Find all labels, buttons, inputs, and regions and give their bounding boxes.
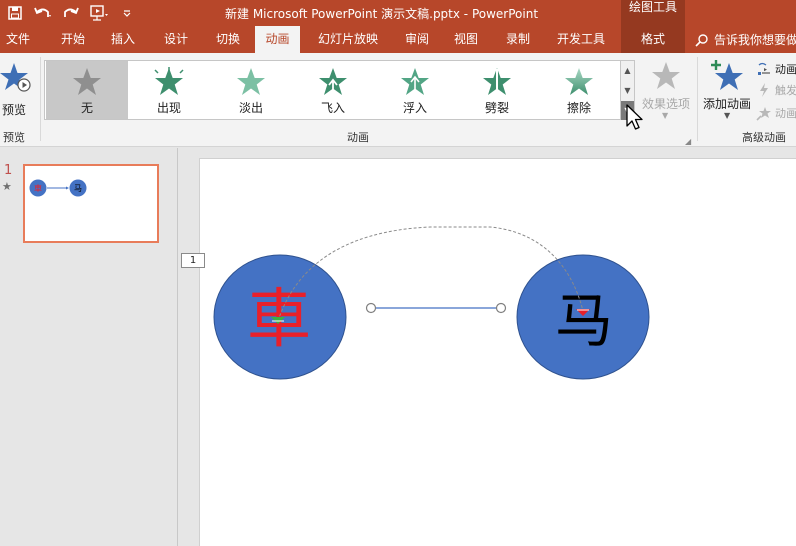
slide-canvas[interactable]: 車 马 [199, 158, 796, 546]
group-divider [40, 57, 41, 141]
gallery-item-fade[interactable]: 淡出 [210, 61, 292, 119]
slide-editing-area: 車 马 [179, 148, 796, 546]
animation-pane-button[interactable]: 动画 [756, 59, 796, 79]
gallery-item-none[interactable]: 无 [46, 61, 128, 119]
slide-content: 車 马 [213, 226, 650, 380]
tab-animations[interactable]: 动画 [255, 26, 300, 53]
tab-record[interactable]: 录制 [498, 26, 538, 53]
undo-icon [34, 7, 51, 17]
ribbon-tab-bar: 文件 开始 插入 设计 切换 动画 幻灯片放映 审阅 视图 录制 开发工具 格式… [0, 26, 796, 53]
animation-pane-icon [758, 62, 770, 75]
dialog-launcher-icon[interactable]: ◢ [685, 137, 691, 146]
slide-thumbnail[interactable]: 車 马 [23, 164, 159, 243]
title-bar: 新建 Microsoft PowerPoint 演示文稿.pptx - Powe… [0, 0, 796, 26]
gallery-item-wipe[interactable]: 擦除 [538, 61, 620, 119]
gallery-scroll-down[interactable]: ▼ [621, 81, 634, 100]
star-none-icon [73, 68, 101, 95]
chevron-down-icon [123, 10, 131, 17]
gallery-item-label: 浮入 [402, 101, 427, 115]
drawing-tools-context-label: 绘图工具 [621, 0, 685, 26]
gallery-item-label: 无 [80, 101, 93, 115]
star-split-icon [483, 68, 511, 95]
slide-number: 1 [4, 163, 13, 178]
ribbon-animations: 预览 预览 无 出现 淡出 飞入 浮入 劈裂 擦除 ▲ ▼ 效果选项 ▼ 动画 … [0, 53, 796, 147]
star-float-in-icon [401, 68, 429, 95]
animation-group-label: 动画 [347, 131, 369, 144]
gallery-item-label: 淡出 [238, 101, 263, 115]
tab-developer[interactable]: 开发工具 [550, 26, 612, 53]
add-animation-button[interactable]: 添加动画 ▼ [700, 59, 754, 121]
gallery-item-split[interactable]: 劈裂 [456, 61, 538, 119]
animation-painter-button[interactable]: 动画 [756, 103, 796, 123]
tell-me-box[interactable]: 告诉我你想要做 [695, 26, 796, 53]
star-appear-icon [154, 67, 184, 95]
animation-gallery: 无 出现 淡出 飞入 浮入 劈裂 擦除 [44, 60, 621, 120]
effect-options-label: 效果选项 [641, 97, 690, 111]
star-fade-icon [237, 68, 265, 95]
tab-insert[interactable]: 插入 [103, 26, 143, 53]
trigger-label: 触发 [775, 84, 796, 97]
connector-end-handle[interactable] [495, 302, 507, 314]
gallery-item-label: 劈裂 [484, 101, 509, 115]
preview-group-label: 预览 [3, 131, 25, 144]
trigger-icon [760, 83, 768, 97]
window-title: 新建 Microsoft PowerPoint 演示文稿.pptx - Powe… [225, 7, 539, 21]
animation-painter-icon [756, 107, 771, 121]
chevron-down-icon: ▼ [724, 111, 731, 120]
tab-format[interactable]: 格式 [621, 26, 685, 53]
effect-options-button[interactable]: 效果选项 ▼ [638, 59, 694, 121]
tab-view[interactable]: 视图 [446, 26, 486, 53]
save-button[interactable] [4, 2, 26, 24]
gallery-item-appear[interactable]: 出现 [128, 61, 210, 119]
quick-access-toolbar [4, 0, 138, 26]
start-from-beginning-button[interactable] [88, 2, 110, 24]
right-circle-char: 马 [555, 287, 613, 355]
tab-slideshow[interactable]: 幻灯片放映 [309, 26, 387, 53]
redo-icon [64, 7, 79, 17]
tab-home[interactable]: 开始 [53, 26, 93, 53]
search-icon [695, 33, 708, 47]
mouse-cursor-icon [626, 104, 643, 130]
thumb-right-char: 马 [74, 184, 82, 193]
gallery-item-float-in[interactable]: 浮入 [374, 61, 456, 119]
tell-me-text: 告诉我你想要做 [714, 33, 796, 47]
animation-pane-label: 动画 [775, 63, 796, 76]
animation-indicator-icon: ★ [2, 180, 12, 193]
slide-thumbnail-preview: 車 马 [29, 179, 87, 197]
animation-painter-label: 动画 [775, 107, 796, 120]
add-animation-label: 添加动画 [702, 97, 751, 111]
star-wipe-icon [565, 68, 593, 95]
save-icon [8, 6, 22, 20]
tab-transitions[interactable]: 切换 [208, 26, 248, 53]
gallery-scroll-up[interactable]: ▲ [621, 61, 634, 80]
gallery-item-label: 擦除 [566, 101, 591, 115]
advanced-animation-group-label: 高级动画 [742, 131, 786, 144]
slideshow-icon [90, 5, 108, 21]
tab-review[interactable]: 审阅 [397, 26, 437, 53]
group-divider [697, 57, 698, 141]
add-animation-icon [711, 60, 743, 90]
chevron-down-icon: ▼ [662, 111, 669, 120]
preview-label: 预览 [2, 103, 27, 117]
undo-button[interactable] [32, 2, 54, 24]
star-fly-in-icon [319, 68, 347, 95]
redo-button[interactable] [60, 2, 82, 24]
animation-order-tag[interactable]: 1 [181, 253, 205, 268]
connector-start-handle[interactable] [365, 302, 377, 314]
tab-file[interactable]: 文件 [0, 26, 36, 53]
effect-options-icon [652, 62, 680, 89]
tab-design[interactable]: 设计 [156, 26, 196, 53]
trigger-button[interactable]: 触发 [756, 80, 796, 100]
gallery-item-label: 出现 [156, 101, 181, 115]
customize-qat-button[interactable] [116, 2, 138, 24]
gallery-item-fly-in[interactable]: 飞入 [292, 61, 374, 119]
gallery-item-label: 飞入 [320, 101, 345, 115]
slide-thumbnail-pane: 1 ★ 車 马 [0, 148, 178, 546]
thumb-left-char: 車 [34, 183, 42, 193]
preview-star-icon [0, 63, 31, 92]
preview-button[interactable]: 预览 [0, 59, 36, 121]
